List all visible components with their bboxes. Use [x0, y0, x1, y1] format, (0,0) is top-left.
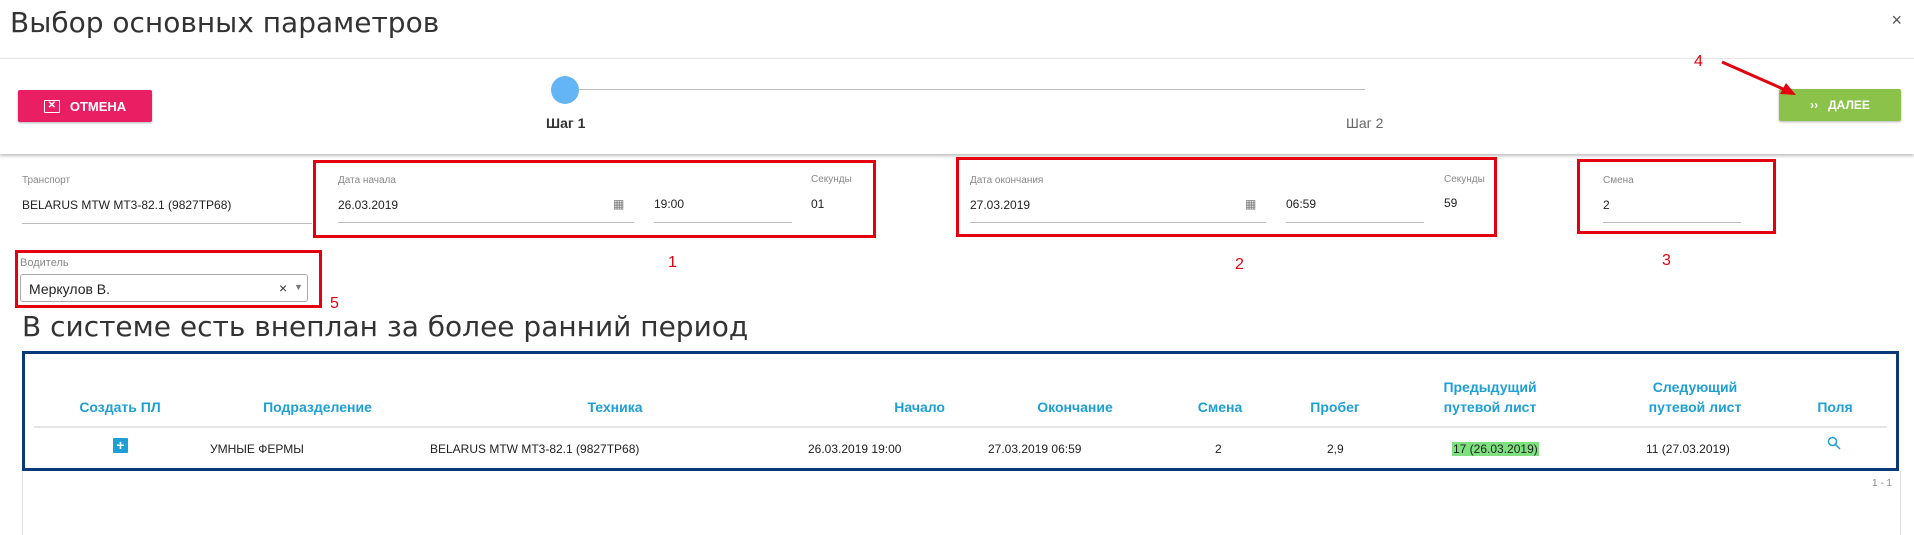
- cancel-button[interactable]: ✕ ОТМЕНА: [18, 90, 152, 122]
- cancel-label: ОТМЕНА: [69, 98, 127, 114]
- col-fields[interactable]: Поля: [1805, 397, 1865, 417]
- col-next[interactable]: Следующий путевой лист: [1635, 377, 1755, 417]
- stepper-line: [565, 89, 1365, 90]
- col-prev[interactable]: Предыдущий путевой лист: [1430, 377, 1550, 417]
- row-next[interactable]: 11 (27.03.2019): [1646, 442, 1730, 456]
- col-shift[interactable]: Смена: [1180, 397, 1260, 417]
- row-division: УМНЫЕ ФЕРМЫ: [210, 442, 304, 456]
- transport-underline: [22, 223, 312, 224]
- end-time-underline: [1286, 222, 1424, 223]
- row-prev[interactable]: 17 (26.03.2019): [1452, 442, 1539, 456]
- driver-value: Меркулов В.: [29, 281, 111, 297]
- close-box-icon: ✕: [43, 99, 60, 113]
- close-icon[interactable]: ×: [1891, 10, 1902, 31]
- calendar-icon[interactable]: ▦: [1245, 197, 1256, 211]
- step-1-label[interactable]: Шаг 1: [546, 115, 585, 131]
- col-mileage[interactable]: Пробег: [1295, 397, 1375, 417]
- pager: 1 - 1: [1871, 478, 1892, 489]
- row-vehicle: BELARUS MTW MT3-82.1 (9827TP68): [430, 442, 640, 456]
- step-2-label[interactable]: Шаг 2: [1346, 115, 1383, 131]
- dialog-title: Выбор основных параметров: [10, 6, 440, 39]
- col-vehicle[interactable]: Техника: [560, 397, 670, 417]
- transport-value: BELARUS MTW MT3-82.1 (9827TP68): [22, 198, 232, 212]
- annotation-2: 2: [1235, 256, 1244, 273]
- clear-icon[interactable]: ×: [279, 280, 287, 296]
- start-date-input[interactable]: 26.03.2019: [338, 198, 398, 212]
- row-prev-value: 17 (26.03.2019): [1452, 442, 1539, 456]
- end-date-input[interactable]: 27.03.2019: [970, 198, 1030, 212]
- shift-input[interactable]: 2: [1603, 198, 1610, 212]
- step-1-indicator[interactable]: [551, 76, 579, 104]
- end-date-underline: [970, 222, 1266, 223]
- plus-icon[interactable]: +: [113, 438, 128, 453]
- end-date-label: Дата окончания: [970, 175, 1044, 186]
- row-shift: 2: [1215, 442, 1222, 456]
- shift-underline: [1603, 222, 1741, 223]
- start-date-label: Дата начала: [338, 175, 396, 186]
- col-start[interactable]: Начало: [845, 397, 945, 417]
- driver-label: Водитель: [20, 257, 69, 269]
- col-create[interactable]: Создать ПЛ: [70, 397, 170, 417]
- annotation-1: 1: [668, 254, 677, 271]
- annotation-box-2: [956, 157, 1497, 237]
- end-seconds-label: Секунды: [1444, 174, 1485, 185]
- dropdown-arrow-icon[interactable]: ▼: [294, 282, 303, 292]
- shift-label: Смена: [1603, 175, 1634, 186]
- section-title: В системе есть внеплан за более ранний п…: [22, 310, 749, 343]
- end-seconds-input[interactable]: 59: [1444, 196, 1457, 210]
- start-seconds-input[interactable]: 01: [811, 197, 824, 211]
- row-end: 27.03.2019 06:59: [988, 442, 1082, 456]
- col-next-line1: Следующий: [1652, 379, 1738, 395]
- search-icon[interactable]: [1827, 436, 1841, 450]
- start-time-underline: [654, 222, 792, 223]
- annotation-4: 4: [1694, 53, 1703, 70]
- col-end[interactable]: Окончание: [1020, 397, 1130, 417]
- start-seconds-label: Секунды: [811, 174, 852, 185]
- annotation-3: 3: [1662, 252, 1671, 269]
- annotation-arrow: [1721, 60, 1796, 95]
- col-next-line2: путевой лист: [1648, 399, 1742, 415]
- row-mileage: 2,9: [1327, 442, 1344, 456]
- end-time-input[interactable]: 06:59: [1286, 197, 1316, 211]
- start-time-input[interactable]: 19:00: [654, 197, 684, 211]
- col-prev-line1: Предыдущий: [1443, 379, 1537, 395]
- double-chevron-right-icon: ››: [1810, 98, 1819, 112]
- col-division[interactable]: Подразделение: [250, 397, 385, 417]
- next-label: ДАЛЕЕ: [1828, 98, 1870, 112]
- row-start: 26.03.2019 19:00: [808, 442, 902, 456]
- start-date-underline: [338, 222, 634, 223]
- col-prev-line2: путевой лист: [1443, 399, 1537, 415]
- toolbar: [0, 58, 1914, 154]
- header-divider: [34, 426, 1887, 428]
- driver-select[interactable]: Меркулов В. × ▼: [20, 274, 308, 302]
- transport-label: Транспорт: [22, 175, 71, 186]
- calendar-icon[interactable]: ▦: [613, 197, 624, 211]
- table-footer: [22, 471, 1901, 535]
